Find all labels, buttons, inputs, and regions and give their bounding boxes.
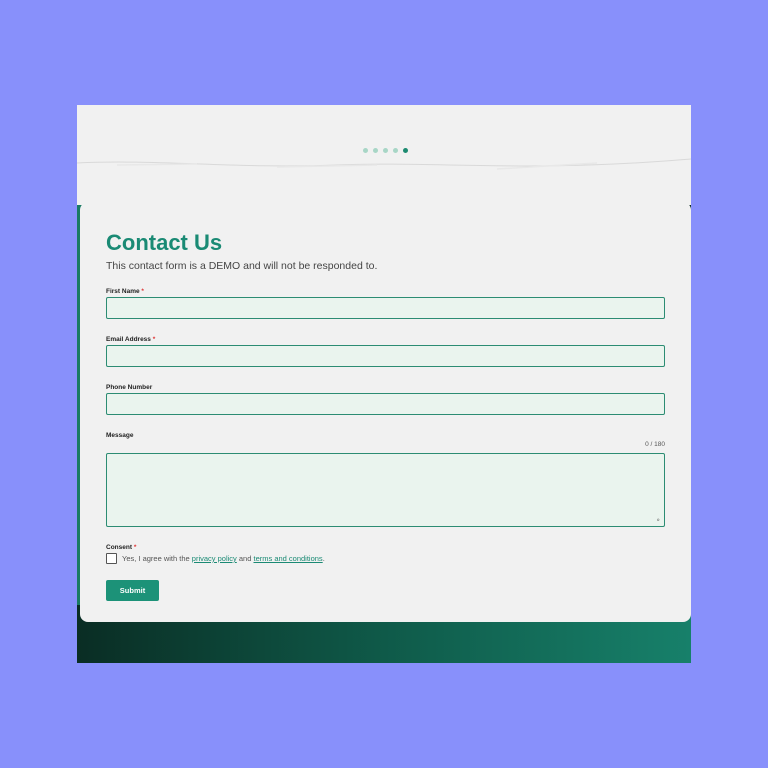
phone-label: Phone Number [106, 384, 153, 391]
consent-text: Yes, I agree with the privacy policy and… [122, 554, 325, 563]
message-char-counter: 0 / 180 [645, 441, 665, 448]
consent-checkbox[interactable] [106, 553, 117, 564]
slider-dot[interactable] [393, 148, 398, 153]
slider-dots [363, 148, 408, 153]
email-label: Email Address * [106, 336, 156, 343]
email-input[interactable] [106, 345, 665, 367]
terms-link[interactable]: terms and conditions [253, 554, 322, 563]
page-title: Contact Us [106, 230, 223, 255]
first-name-label: First Name * [106, 288, 144, 295]
message-textarea[interactable] [106, 453, 665, 527]
contact-form-card: Contact Us This contact form is a DEMO a… [80, 202, 691, 622]
submit-button[interactable]: Submit [106, 580, 159, 601]
privacy-policy-link[interactable]: privacy policy [192, 554, 237, 563]
resize-grip-icon[interactable]: ∘ [656, 517, 662, 524]
message-label: Message [106, 432, 134, 439]
form-subtitle: This contact form is a DEMO and will not… [106, 260, 378, 272]
slider-dot[interactable] [383, 148, 388, 153]
consent-label: Consent * [106, 544, 137, 551]
brush-wave [77, 153, 691, 170]
slider-dot-active[interactable] [403, 148, 408, 153]
phone-input[interactable] [106, 393, 665, 415]
first-name-input[interactable] [106, 297, 665, 319]
slider-dot[interactable] [373, 148, 378, 153]
slider-dot[interactable] [363, 148, 368, 153]
